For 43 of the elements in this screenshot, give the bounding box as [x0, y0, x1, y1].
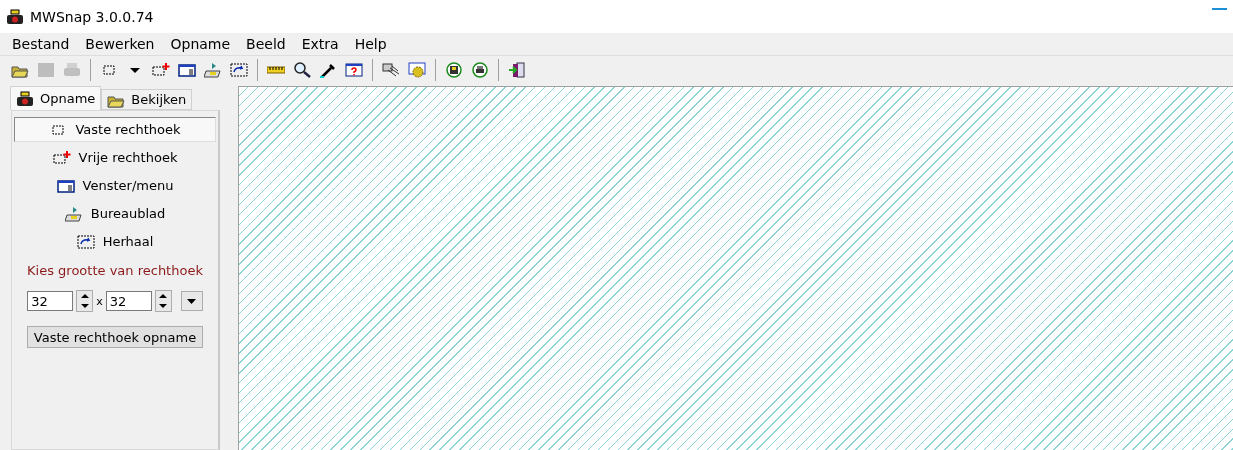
window-accent-line	[1212, 8, 1227, 10]
size-label: Kies grootte van rechthoek	[27, 263, 203, 278]
dropdown-button[interactable]	[180, 291, 203, 311]
repeat-icon	[230, 62, 248, 78]
capture-button[interactable]: Vaste rechthoek opname	[26, 326, 204, 348]
window-icon	[178, 62, 196, 78]
menu-item[interactable]: Extra	[293, 36, 347, 52]
spinner[interactable]	[76, 290, 94, 312]
tab[interactable]: Opname	[10, 86, 102, 110]
capture-mode-button[interactable]: Herhaal	[14, 229, 216, 254]
dashed-rectangle-icon	[100, 62, 118, 78]
printer-icon	[63, 62, 81, 78]
menu-item[interactable]: Bewerken	[77, 36, 163, 52]
desktop-icon	[204, 62, 222, 78]
width-field[interactable]: 32	[27, 291, 74, 311]
printer-circle-icon	[471, 62, 489, 78]
magnifier-icon	[293, 62, 311, 78]
repeat-icon	[76, 233, 95, 250]
spinner[interactable]	[154, 290, 172, 312]
help-icon	[345, 62, 363, 78]
height-field[interactable]: 32	[105, 291, 152, 311]
menu-item[interactable]: Help	[346, 36, 395, 52]
caret-icon	[187, 298, 197, 304]
camera-icon	[16, 90, 34, 107]
exit-door-icon	[508, 62, 526, 78]
window-icon	[56, 177, 75, 194]
tab[interactable]: Bekijken	[101, 89, 193, 110]
dashed-rectangle-plus-icon	[152, 62, 170, 78]
dashed-rectangle-plus-icon	[52, 149, 71, 166]
capture-mode-button[interactable]: Venster/menu	[14, 173, 216, 198]
menu-item[interactable]: Beeld	[238, 36, 294, 52]
eyedropper-icon	[319, 62, 337, 78]
capture-mode-button[interactable]: Vaste rechthoek	[14, 117, 216, 142]
camera-icon	[6, 8, 24, 25]
times-sign: x	[96, 294, 103, 308]
menu-item[interactable]: Opname	[162, 36, 239, 52]
capture-mode-button[interactable]: Vrije rechthoek	[14, 145, 216, 170]
floppy-icon	[37, 62, 55, 78]
capture-mode-button[interactable]: Bureaublad	[14, 201, 216, 226]
menu-item[interactable]: Bestand	[4, 36, 78, 52]
floppy-circle-icon	[445, 62, 463, 78]
desktop-icon	[64, 205, 83, 222]
window-title: MWSnap 3.0.0.74	[30, 8, 154, 25]
